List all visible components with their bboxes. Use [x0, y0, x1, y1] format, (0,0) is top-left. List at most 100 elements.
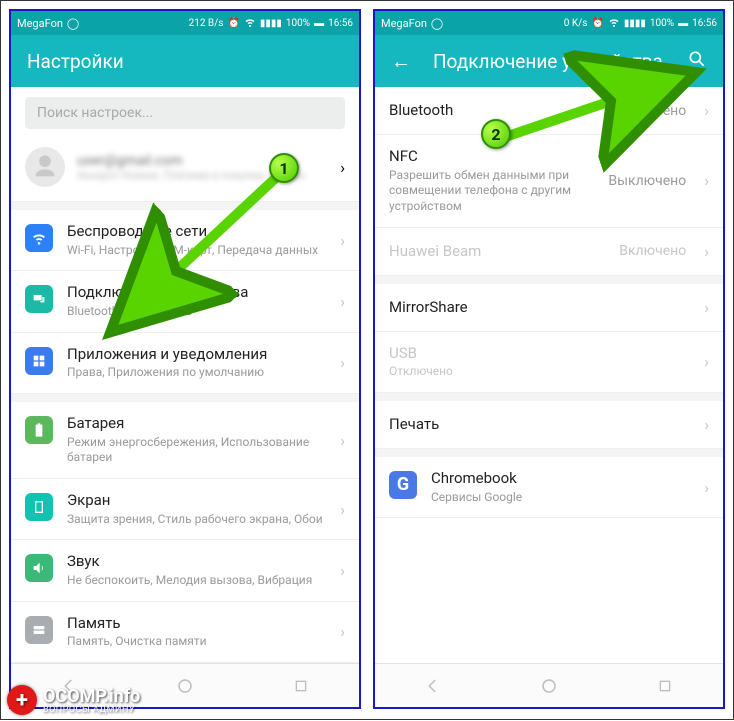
account-row[interactable]: user@gmail.com Аккаунт Huawei. Платежи и…	[11, 139, 359, 202]
account-info: user@gmail.com Аккаунт Huawei. Платежи и…	[77, 153, 328, 182]
item-title: Подключение устройства	[67, 283, 326, 302]
nav-recent[interactable]	[655, 676, 675, 696]
nav-back[interactable]	[59, 676, 79, 696]
chevron-right-icon: ›	[340, 500, 345, 519]
apps-icon	[25, 347, 53, 375]
item-device-connection[interactable]: Подключение устройства Bluetooth, NFC, П…	[11, 271, 359, 332]
chevron-right-icon: ›	[340, 561, 345, 580]
item-mirrorshare[interactable]: MirrorShare ›	[375, 284, 723, 332]
nav-home[interactable]	[175, 676, 195, 696]
item-value: Включено	[619, 243, 686, 259]
item-title: Печать	[389, 415, 690, 434]
chevron-right-icon: ›	[704, 352, 709, 371]
item-battery[interactable]: Батарея Режим энергосбережения, Использо…	[11, 402, 359, 479]
devices-icon	[25, 285, 53, 313]
chevron-right-icon: ›	[340, 292, 345, 311]
device-connection-header: ← Подключение устройства	[375, 35, 723, 87]
item-title: Звук	[67, 552, 326, 571]
item-usb: USB Отключено ›	[375, 332, 723, 393]
chevron-right-icon: ›	[704, 415, 709, 434]
chevron-right-icon: ›	[340, 231, 345, 250]
battery-icon: ▬	[678, 18, 688, 29]
page-title: Настройки	[27, 50, 343, 73]
chevron-right-icon: ›	[704, 242, 709, 261]
item-display[interactable]: Экран Защита зрения, Стиль рабочего экра…	[11, 479, 359, 540]
item-sub: Память, Очистка памяти	[67, 634, 326, 650]
item-title: Экран	[67, 491, 326, 510]
item-title: USB	[389, 344, 690, 363]
chevron-right-icon: ›	[340, 431, 345, 450]
item-title: Беспроводные сети	[67, 222, 326, 241]
item-title: Huawei Beam	[389, 242, 605, 261]
carrier-ring-icon: ◯	[67, 17, 79, 30]
item-value: Выключено	[608, 173, 686, 189]
item-print[interactable]: Печать ›	[375, 401, 723, 449]
storage-icon	[25, 616, 53, 644]
carrier: MegaFon	[17, 17, 63, 30]
item-apps-notifications[interactable]: Приложения и уведомления Права, Приложен…	[11, 333, 359, 394]
signal-icon: ▮▮▮▮	[260, 18, 282, 29]
carrier-ring-icon: ◯	[431, 17, 443, 30]
battery-pct: 100%	[650, 18, 674, 29]
chevron-right-icon: ›	[340, 353, 345, 372]
nav-recent[interactable]	[291, 676, 311, 696]
settings-header: Настройки	[11, 35, 359, 87]
item-sub: Не беспокоить, Мелодия вызова, Вибрация	[67, 573, 326, 589]
phone-left: MegaFon ◯ 212 B/s ⏰ ▮▮▮▮ 100% ▬ 16:56 На…	[9, 9, 361, 709]
chevron-right-icon: ›	[340, 158, 345, 177]
item-storage[interactable]: Память Память, Очистка памяти ›	[11, 602, 359, 663]
item-sub: Защита зрения, Стиль рабочего экрана, Об…	[67, 512, 326, 528]
nav-home[interactable]	[539, 676, 559, 696]
wifi-icon	[608, 16, 620, 31]
item-sound[interactable]: Звук Не беспокоить, Мелодия вызова, Вибр…	[11, 540, 359, 601]
item-chromebook[interactable]: G Chromebook Сервисы Google ›	[375, 457, 723, 518]
chevron-right-icon: ›	[704, 478, 709, 497]
item-sub: Wi-Fi, Настройки SIM-карт, Передача данн…	[67, 243, 326, 259]
sound-icon	[25, 554, 53, 582]
page-title: Подключение устройства	[433, 50, 687, 73]
carrier: MegaFon	[381, 17, 427, 30]
clock: 16:56	[692, 18, 717, 29]
item-sub: Права, Приложения по умолчанию	[67, 365, 326, 381]
item-title: Батарея	[67, 414, 326, 433]
net-speed: 0 K/s	[564, 18, 588, 29]
chevron-right-icon: ›	[704, 171, 709, 190]
wifi-icon	[244, 16, 256, 31]
phone-right: MegaFon ◯ 0 K/s ⏰ ▮▮▮▮ 100% ▬ 16:56 ← По…	[373, 9, 725, 709]
status-bar: MegaFon ◯ 212 B/s ⏰ ▮▮▮▮ 100% ▬ 16:56	[11, 11, 359, 35]
nav-back[interactable]	[423, 676, 443, 696]
avatar-icon	[25, 147, 65, 187]
signal-icon: ▮▮▮▮	[624, 18, 646, 29]
battery-pct: 100%	[286, 18, 310, 29]
item-huawei-beam: Huawei Beam Включено ›	[375, 228, 723, 276]
item-sub: Отключено	[389, 364, 690, 380]
status-bar: MegaFon ◯ 0 K/s ⏰ ▮▮▮▮ 100% ▬ 16:56	[375, 11, 723, 35]
item-bluetooth[interactable]: Bluetooth Выключено ›	[375, 87, 723, 135]
display-icon	[25, 493, 53, 521]
battery-icon: ▬	[314, 18, 324, 29]
back-button[interactable]: ←	[391, 49, 411, 74]
item-sub: Сервисы Google	[431, 490, 690, 506]
clock: 16:56	[328, 18, 353, 29]
settings-search[interactable]: Поиск настроек...	[25, 97, 345, 129]
wifi-icon	[25, 224, 53, 252]
alarm-icon: ⏰	[591, 18, 603, 29]
item-title: Память	[67, 614, 326, 633]
connection-list: Bluetooth Выключено › NFC Разрешить обме…	[375, 87, 723, 663]
search-icon[interactable]	[687, 49, 707, 74]
chevron-right-icon: ›	[704, 298, 709, 317]
item-sub: Bluetooth, NFC, Печать	[67, 304, 326, 320]
net-speed: 212 B/s	[189, 18, 224, 29]
item-title: MirrorShare	[389, 298, 690, 317]
alarm-icon: ⏰	[227, 18, 239, 29]
item-title: Приложения и уведомления	[67, 345, 326, 364]
item-title: Bluetooth	[389, 101, 594, 120]
chevron-right-icon: ›	[340, 622, 345, 641]
item-wireless[interactable]: Беспроводные сети Wi-Fi, Настройки SIM-к…	[11, 210, 359, 271]
item-value: Выключено	[608, 103, 686, 119]
chevron-right-icon: ›	[704, 101, 709, 120]
settings-list: Беспроводные сети Wi-Fi, Настройки SIM-к…	[11, 210, 359, 663]
battery-icon	[25, 416, 53, 444]
google-g-icon: G	[389, 471, 417, 499]
item-nfc[interactable]: NFC Разрешить обмен данными при совмещен…	[375, 135, 723, 228]
